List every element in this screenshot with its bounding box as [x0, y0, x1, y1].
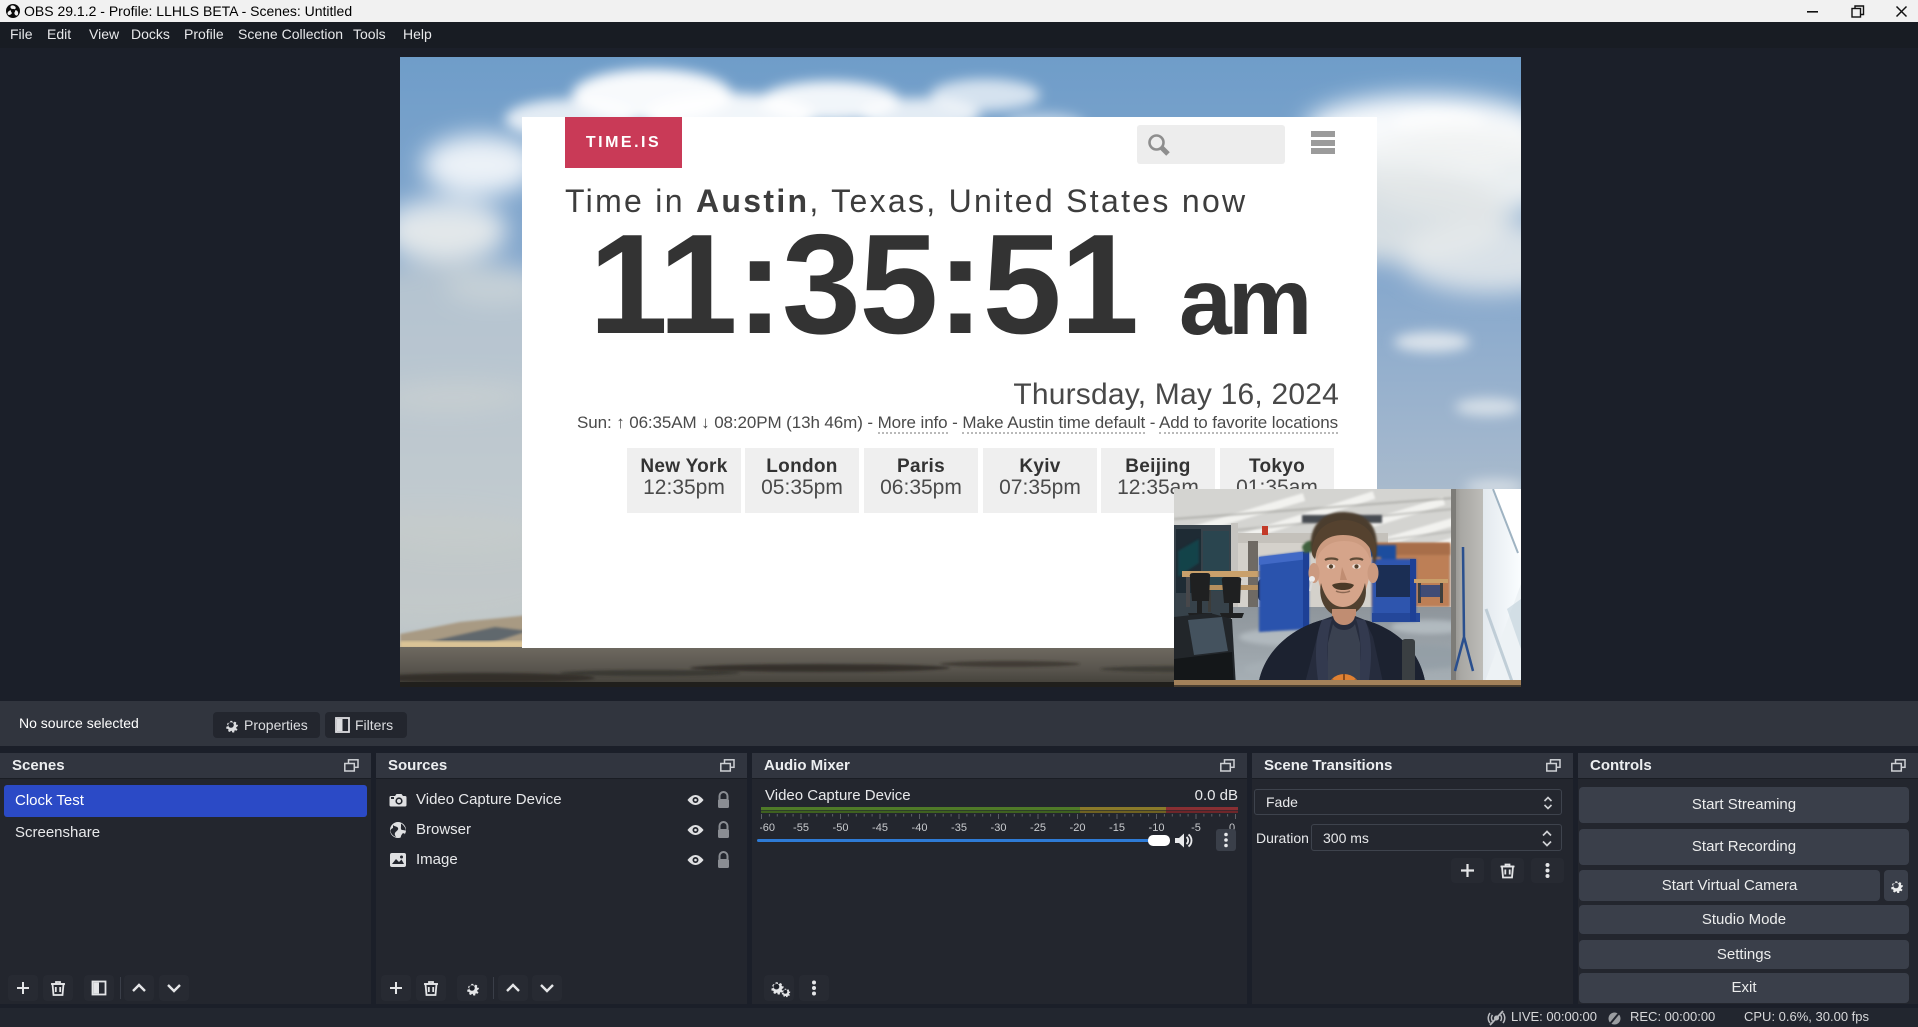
- svg-text:-20: -20: [1070, 822, 1086, 833]
- svg-text:-60: -60: [760, 822, 775, 833]
- svg-text:-55: -55: [793, 822, 809, 833]
- svg-text:-45: -45: [872, 822, 888, 833]
- svg-text:-15: -15: [1109, 822, 1125, 833]
- svg-text:-50: -50: [833, 822, 849, 833]
- svg-text:-30: -30: [991, 822, 1007, 833]
- svg-text:-40: -40: [912, 822, 928, 833]
- svg-text:-25: -25: [1030, 822, 1046, 833]
- svg-text:-35: -35: [951, 822, 967, 833]
- svg-text:-10: -10: [1149, 822, 1165, 833]
